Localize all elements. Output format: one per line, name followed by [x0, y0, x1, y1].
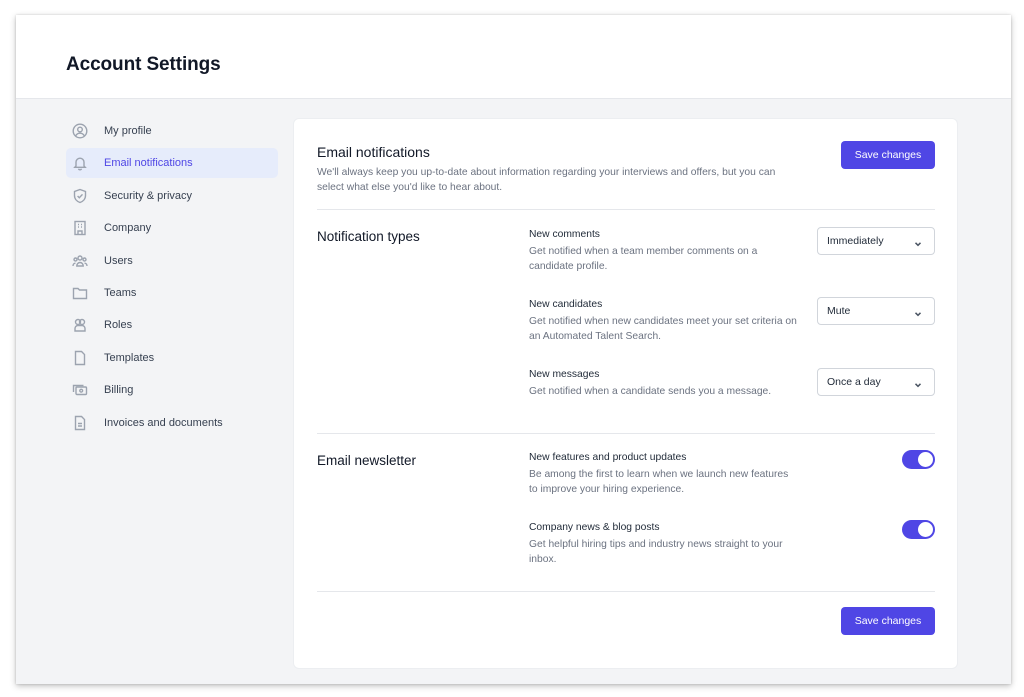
pref-new-comments: New comments Get notified when a team me…	[529, 229, 799, 274]
sidebar-item-label: My profile	[104, 125, 152, 137]
save-changes-button-top[interactable]: Save changes	[841, 141, 935, 169]
save-changes-button-bottom[interactable]: Save changes	[841, 607, 935, 635]
toggle-knob	[918, 452, 933, 467]
sidebar-item-label: Roles	[104, 319, 133, 332]
pref-title: New comments	[529, 229, 600, 240]
select-value: Immediately	[827, 235, 884, 247]
sidebar-item-invoices-documents[interactable]: Invoices and documents	[66, 408, 278, 438]
pref-title: New features and product updates	[529, 452, 687, 463]
notification-types-heading: Notification types	[317, 229, 420, 244]
pref-new-messages: New messages Get notified when a candida…	[529, 369, 799, 399]
sidebar-item-label: Invoices and documents	[104, 416, 223, 429]
users-icon	[72, 253, 88, 269]
pref-title: Company news & blog posts	[529, 522, 660, 533]
sidebar-item-label: Billing	[104, 384, 134, 397]
divider	[317, 433, 935, 434]
folder-icon	[72, 285, 88, 301]
sidebar-item-label: Templates	[104, 351, 155, 364]
sidebar-item-label: Company	[104, 222, 152, 235]
sidebar-item-my-profile[interactable]: My profile	[66, 116, 278, 146]
user-circle-icon	[72, 123, 88, 139]
shield-check-icon	[72, 188, 88, 204]
sidebar-item-label: Security & privacy	[104, 189, 193, 202]
sidebar-item-teams[interactable]: Teams	[66, 278, 278, 308]
cash-icon	[72, 382, 88, 398]
document-text-icon	[72, 415, 88, 431]
bell-icon	[72, 155, 88, 171]
building-icon	[72, 220, 88, 236]
sidebar: My profile Email notifications Security …	[66, 116, 278, 440]
sidebar-item-company[interactable]: Company	[66, 213, 278, 243]
chevron-down-icon	[913, 306, 923, 317]
pref-product-updates: New features and product updates Be amon…	[529, 452, 799, 497]
pref-title: New candidates	[529, 299, 603, 310]
sidebar-item-roles[interactable]: Roles	[66, 310, 278, 340]
email-notifications-card: Email notifications We'll always keep yo…	[293, 118, 958, 669]
sidebar-item-label: Teams	[104, 286, 137, 299]
new-comments-frequency-select[interactable]: Immediately	[817, 227, 935, 255]
sidebar-item-users[interactable]: Users	[66, 246, 278, 276]
product-updates-toggle[interactable]	[902, 450, 935, 469]
sidebar-item-billing[interactable]: Billing	[66, 375, 278, 405]
pref-new-candidates: New candidates Get notified when new can…	[529, 299, 799, 344]
email-newsletter-heading: Email newsletter	[317, 453, 417, 468]
sidebar-item-templates[interactable]: Templates	[66, 343, 278, 373]
select-value: Once a day	[827, 376, 881, 388]
pref-description: Get notified when new candidates meet yo…	[529, 316, 797, 342]
chevron-down-icon	[913, 377, 923, 388]
divider	[317, 209, 935, 210]
chevron-down-icon	[913, 236, 923, 247]
pref-description: Get notified when a team member comments…	[529, 246, 758, 272]
page-header: Account Settings	[16, 15, 1011, 99]
pref-description: Get notified when a candidate sends you …	[529, 386, 772, 397]
new-candidates-frequency-select[interactable]: Mute	[817, 297, 935, 325]
card-description: We'll always keep you up-to-date about i…	[317, 167, 776, 193]
sidebar-item-email-notifications[interactable]: Email notifications	[66, 148, 278, 179]
sidebar-item-label: Email notifications	[104, 157, 193, 170]
pref-company-news: Company news & blog posts Get helpful hi…	[529, 522, 799, 567]
user-group-icon	[72, 317, 88, 333]
select-value: Mute	[827, 305, 851, 317]
page-title: Account Settings	[66, 54, 221, 75]
sidebar-item-label: Users	[104, 254, 133, 267]
document-icon	[72, 350, 88, 366]
app-window: Account Settings My profile Email notifi…	[16, 15, 1011, 684]
pref-description: Be among the first to learn when we laun…	[529, 469, 789, 495]
toggle-knob	[918, 522, 933, 537]
pref-description: Get helpful hiring tips and industry new…	[529, 539, 783, 565]
sidebar-item-security-privacy[interactable]: Security & privacy	[66, 181, 278, 211]
company-news-toggle[interactable]	[902, 520, 935, 539]
new-messages-frequency-select[interactable]: Once a day	[817, 368, 935, 396]
divider	[317, 591, 935, 592]
pref-title: New messages	[529, 369, 600, 380]
